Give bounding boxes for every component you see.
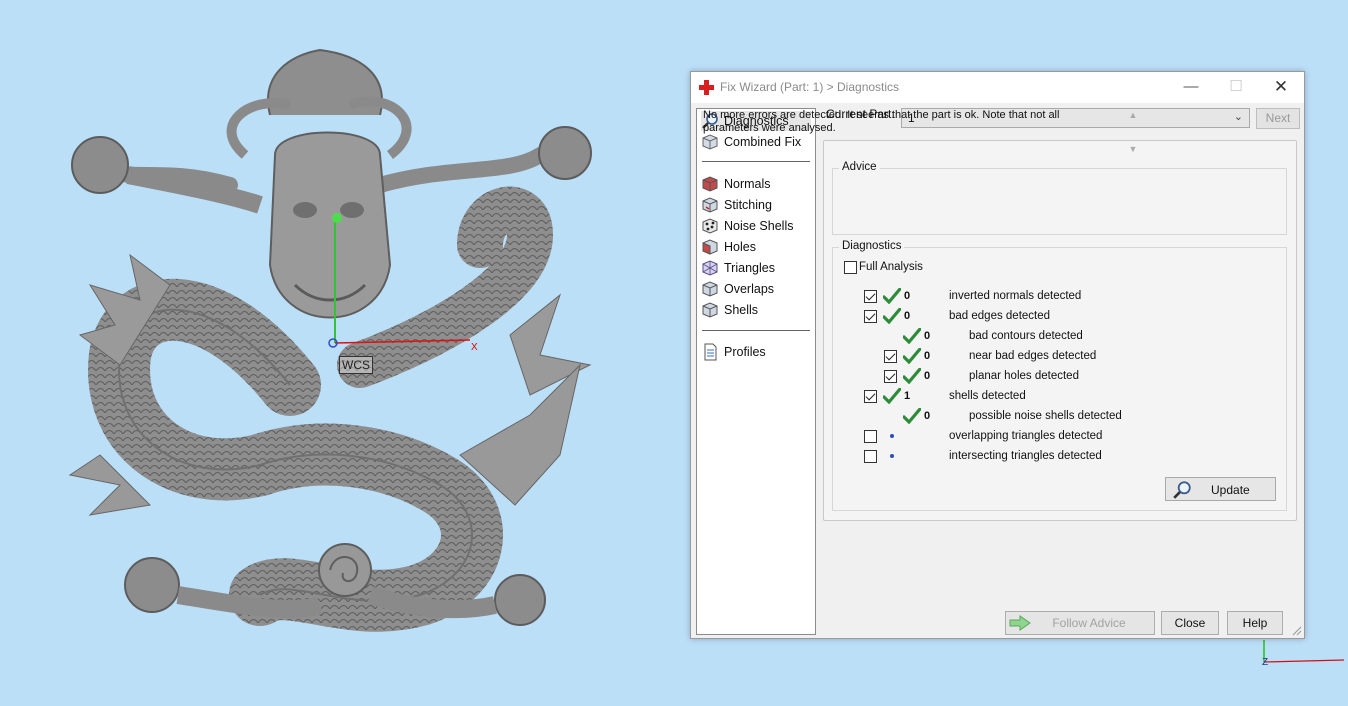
- green-check-icon: [903, 348, 921, 364]
- green-check-icon: [883, 288, 901, 304]
- row-label: planar holes detected: [969, 370, 1079, 382]
- sidebar-item-label: Overlaps: [724, 282, 775, 296]
- row-count: 0: [924, 370, 931, 382]
- overlaps-cube-icon: [702, 281, 718, 297]
- stitching-cube-icon: [702, 197, 718, 213]
- sidebar-divider: [702, 161, 810, 162]
- holes-cube-icon: [702, 239, 718, 255]
- chevron-down-icon: ⌄: [1233, 111, 1243, 123]
- row-checkbox[interactable]: [864, 450, 877, 463]
- sidebar-item-label: Profiles: [724, 345, 766, 359]
- next-button[interactable]: Next: [1256, 108, 1300, 129]
- full-analysis-label: Full Analysis: [859, 261, 923, 273]
- green-check-icon: [883, 308, 901, 324]
- advice-line-2: parameters were analysed.: [703, 122, 836, 134]
- follow-advice-label: Follow Advice: [1052, 616, 1126, 630]
- axis-triad-icon: [1263, 640, 1345, 663]
- row-label: bad edges detected: [949, 310, 1051, 322]
- window-title: Fix Wizard (Part: 1) > Diagnostics: [720, 80, 900, 94]
- advice-text: No more errors are detected. It seems th…: [703, 109, 1113, 135]
- sidebar-item-shells[interactable]: Shells: [701, 300, 811, 320]
- row-checkbox[interactable]: [884, 350, 897, 363]
- help-button[interactable]: Help: [1227, 611, 1283, 635]
- row-count: 1: [904, 390, 911, 402]
- row-label: inverted normals detected: [949, 290, 1082, 302]
- document-icon: [704, 343, 717, 361]
- close-button[interactable]: Close: [1161, 611, 1219, 635]
- sidebar-item-noise-shells[interactable]: Noise Shells: [701, 216, 811, 236]
- update-label: Update: [1211, 483, 1250, 497]
- advice-line-1: No more errors are detected. It seems th…: [703, 109, 1060, 121]
- sidebar-item-label: Noise Shells: [724, 219, 794, 233]
- title-bar[interactable]: Fix Wizard (Part: 1) > Diagnostics — ☐ ✕: [691, 72, 1304, 103]
- sidebar-item-overlaps[interactable]: Overlaps: [701, 279, 811, 299]
- row-count: 0: [924, 410, 931, 422]
- pending-dot-icon: [890, 434, 894, 438]
- advice-group: Advice: [832, 161, 1287, 235]
- follow-advice-button[interactable]: Follow Advice: [1005, 611, 1155, 635]
- shells-cube-icon: [702, 302, 718, 318]
- row-checkbox[interactable]: [864, 390, 877, 403]
- wcs-label: WCS: [339, 356, 373, 374]
- magnifier-icon: [1173, 481, 1191, 499]
- sidebar-item-label: Stitching: [724, 198, 772, 212]
- row-count: 0: [924, 350, 931, 362]
- row-checkbox[interactable]: [864, 430, 877, 443]
- sidebar-item-combined-fix[interactable]: Combined Fix: [701, 132, 811, 152]
- green-check-icon: [903, 328, 921, 344]
- scroll-track[interactable]: [1126, 122, 1140, 143]
- sidebar-item-label: Combined Fix: [724, 135, 802, 149]
- sidebar-item-holes[interactable]: Holes: [701, 237, 811, 257]
- noise-shells-icon: [702, 218, 718, 234]
- x-axis-label: X: [471, 342, 478, 353]
- fix-wizard-dialog: Fix Wizard (Part: 1) > Diagnostics — ☐ ✕…: [690, 71, 1305, 639]
- update-button[interactable]: Update: [1165, 477, 1276, 501]
- sidebar-item-label: Triangles: [724, 261, 775, 275]
- sidebar-item-triangles[interactable]: Triangles: [701, 258, 811, 278]
- maximize-button[interactable]: ☐: [1221, 76, 1251, 98]
- resize-grip-icon[interactable]: [1292, 626, 1302, 636]
- sidebar-item-profiles[interactable]: Profiles: [701, 342, 811, 362]
- z-axis-label: Z: [1262, 657, 1269, 668]
- minimize-button[interactable]: —: [1176, 76, 1206, 98]
- wizard-sidebar: Diagnostics Combined Fix Normals Stitchi…: [696, 108, 816, 635]
- sidebar-item-stitching[interactable]: Stitching: [701, 195, 811, 215]
- diagnostics-legend: Diagnostics: [839, 240, 905, 252]
- row-label: shells detected: [949, 390, 1026, 402]
- red-cross-icon: [699, 80, 714, 95]
- cube-icon: [702, 134, 718, 150]
- row-checkbox[interactable]: [864, 290, 877, 303]
- row-label: intersecting triangles detected: [949, 450, 1102, 462]
- pending-dot-icon: [890, 454, 894, 458]
- row-label: bad contours detected: [969, 330, 1083, 342]
- row-count: 0: [904, 310, 911, 322]
- row-count: 0: [924, 330, 931, 342]
- scroll-down-icon[interactable]: ▼: [1126, 143, 1140, 156]
- sidebar-item-label: Holes: [724, 240, 756, 254]
- scroll-up-icon[interactable]: ▲: [1126, 109, 1140, 122]
- sidebar-item-label: Normals: [724, 177, 771, 191]
- advice-legend: Advice: [839, 161, 880, 173]
- full-analysis-checkbox[interactable]: [844, 261, 857, 274]
- green-check-icon: [883, 388, 901, 404]
- dragon-model[interactable]: [60, 35, 605, 655]
- advice-scrollbar[interactable]: ▲ ▼: [1126, 109, 1140, 156]
- sidebar-item-label: Shells: [724, 303, 759, 317]
- row-label: overlapping triangles detected: [949, 430, 1103, 442]
- green-check-icon: [903, 368, 921, 384]
- row-checkbox[interactable]: [864, 310, 877, 323]
- sidebar-divider: [702, 330, 810, 331]
- sidebar-item-normals[interactable]: Normals: [701, 174, 811, 194]
- green-check-icon: [903, 408, 921, 424]
- triangles-icon: [702, 260, 718, 276]
- row-label: possible noise shells detected: [969, 410, 1122, 422]
- row-label: near bad edges detected: [969, 350, 1097, 362]
- close-window-button[interactable]: ✕: [1266, 76, 1296, 98]
- row-checkbox[interactable]: [884, 370, 897, 383]
- normals-cube-icon: [702, 176, 718, 192]
- row-count: 0: [904, 290, 911, 302]
